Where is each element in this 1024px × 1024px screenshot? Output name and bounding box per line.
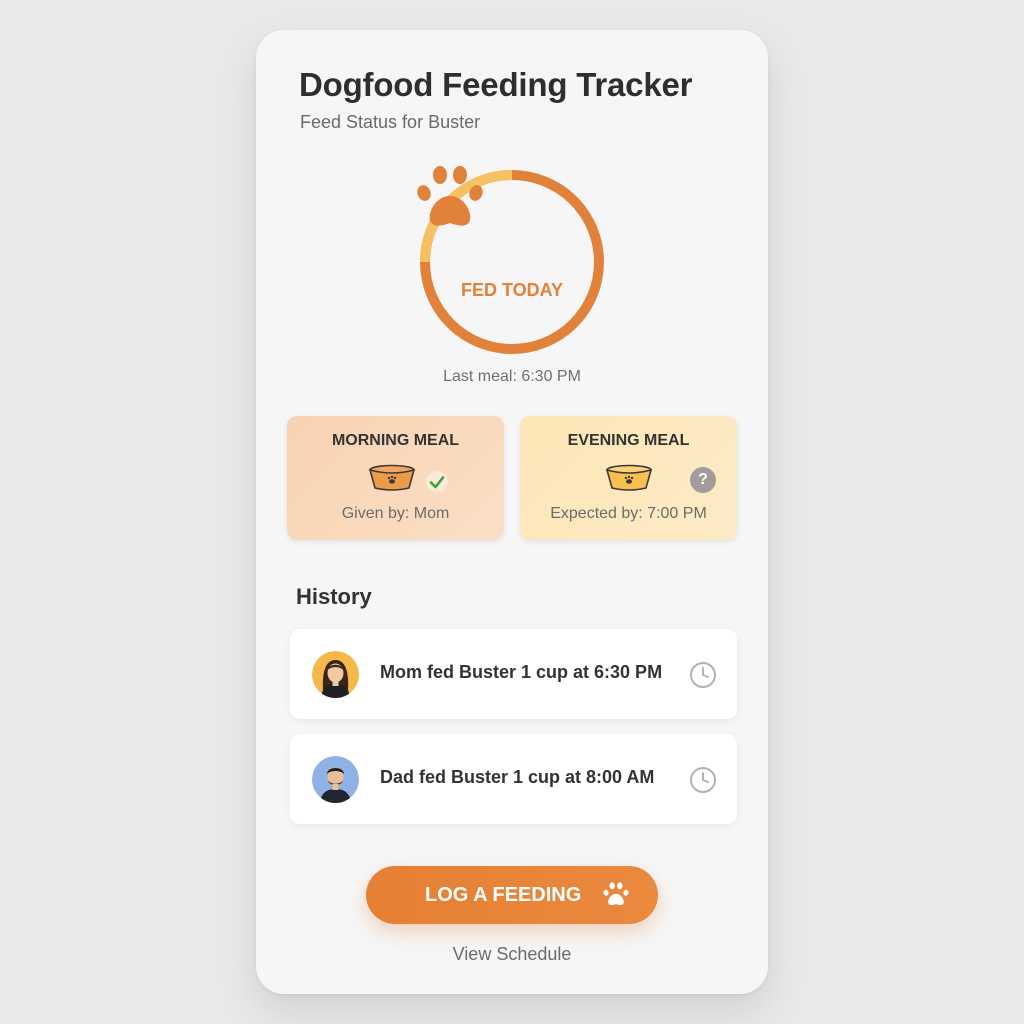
page-title: Dogfood Feeding Tracker: [299, 66, 693, 103]
check-icon: [426, 471, 448, 493]
view-schedule-link[interactable]: View Schedule: [256, 944, 768, 965]
log-feeding-button[interactable]: LOG A FEEDING: [366, 866, 658, 924]
history-item[interactable]: Mom fed Buster 1 cup at 6:30 PM: [290, 629, 737, 719]
last-meal-time: Last meal: 6:30 PM: [443, 368, 581, 385]
history-heading: History: [296, 584, 372, 609]
history-item[interactable]: Dad fed Buster 1 cup at 8:00 AM: [290, 734, 737, 824]
history-item-text: Mom fed Buster 1 cup at 6:30 PM: [380, 662, 663, 682]
clock-icon[interactable]: [689, 766, 717, 794]
paw-icon: [417, 166, 483, 226]
feed-status-ring: FED TODAY: [416, 166, 608, 358]
tracker-card: Dogfood Feeding Tracker Feed Status for …: [256, 30, 768, 994]
evening-meal-title: EVENING MEAL: [567, 432, 690, 449]
page-subtitle: Feed Status for Buster: [300, 112, 481, 132]
paw-icon: [603, 882, 629, 906]
evening-meal-expected-by: Expected by: 7:00 PM: [550, 505, 707, 522]
morning-meal-card[interactable]: MORNING MEAL Given by: Mom: [287, 416, 504, 540]
fed-status-label: FED TODAY: [460, 280, 564, 300]
evening-meal-card[interactable]: EVENING MEAL ? Expected by: 7:00 PM: [520, 416, 737, 540]
food-bowl-icon: [368, 464, 416, 491]
history-item-text: Dad fed Buster 1 cup at 8:00 AM: [380, 767, 655, 787]
clock-icon[interactable]: [689, 661, 717, 689]
morning-meal-title: MORNING MEAL: [331, 432, 460, 449]
dad-avatar: [312, 756, 359, 803]
food-bowl-icon: [605, 464, 653, 491]
morning-meal-given-by: Given by: Mom: [341, 505, 450, 522]
log-feeding-label: LOG A FEEDING: [425, 884, 582, 906]
mom-avatar: [312, 651, 359, 698]
question-icon[interactable]: ?: [690, 467, 716, 493]
